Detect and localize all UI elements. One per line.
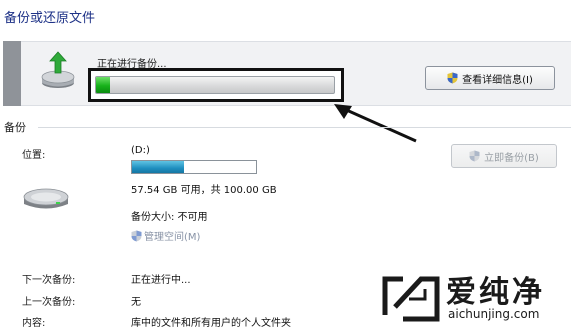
backup-size-text: 备份大小: 不可用 — [131, 212, 208, 223]
watermark-logo-icon — [382, 276, 440, 322]
manage-space-label: 管理空间(M) — [144, 232, 201, 243]
backup-section-heading: 备份 — [4, 121, 26, 134]
status-stripe — [3, 41, 21, 106]
backup-progress-bar — [95, 76, 335, 94]
location-label: 位置: — [22, 150, 46, 161]
watermark-url: aichunjing.com — [448, 307, 540, 321]
section-divider — [38, 127, 571, 128]
backup-progress-fill — [96, 77, 111, 93]
free-space-text: 57.54 GB 可用，共 100.00 GB — [131, 185, 277, 196]
contents-label: 内容: — [22, 318, 46, 327]
shield-icon — [131, 230, 142, 241]
next-backup-value: 正在进行中... — [131, 275, 191, 286]
hard-drive-icon — [23, 188, 69, 209]
view-details-button[interactable]: 查看详细信息(I) — [425, 66, 555, 90]
backup-in-progress-icon — [41, 51, 75, 88]
manage-space-link[interactable]: 管理空间(M) — [131, 228, 200, 243]
shield-icon — [447, 72, 458, 84]
contents-value: 库中的文件和所有用户的个人文件夹 — [131, 318, 291, 327]
view-details-label: 查看详细信息(I) — [462, 74, 533, 86]
page-title: 备份或还原文件 — [4, 11, 96, 26]
next-backup-label: 下一次备份: — [22, 275, 76, 286]
shield-icon — [469, 150, 480, 162]
last-backup-value: 无 — [131, 297, 141, 308]
backup-now-button[interactable]: 立即备份(B) — [451, 144, 557, 168]
last-backup-label: 上一次备份: — [22, 297, 76, 308]
site-watermark: 爱纯净 aichunjing.com — [378, 263, 571, 327]
backup-drive-name: (D:) — [131, 145, 150, 156]
disk-usage-bar — [131, 160, 257, 174]
annotation-arrow-icon — [334, 104, 417, 143]
backup-now-label: 立即备份(B) — [484, 152, 539, 164]
watermark-name: 爱纯净 — [446, 275, 545, 310]
disk-usage-fill — [132, 161, 185, 173]
